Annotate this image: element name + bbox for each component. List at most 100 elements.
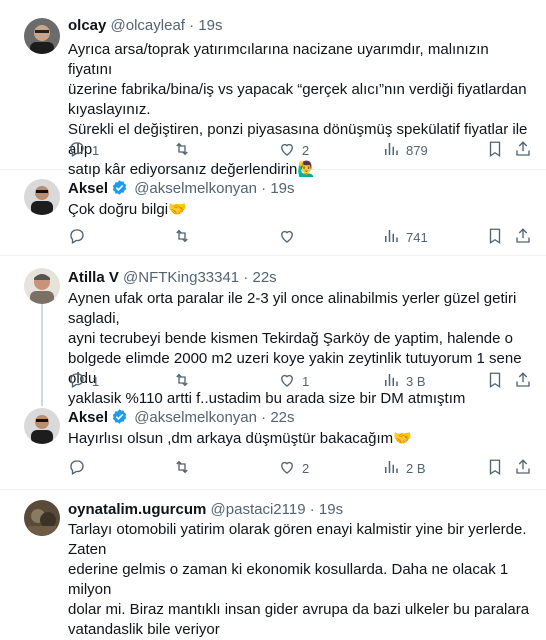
author-handle[interactable]: @pastaci2119 [211,501,306,518]
tweet-text-content: Hayırlısı olsun ,dm arkaya düşmüştür bak… [68,430,394,447]
like-button[interactable]: 1 [278,371,309,391]
retweet-button[interactable] [173,140,197,160]
share-button[interactable] [514,227,532,247]
tweet[interactable]: oynatalim.ugurcum @pastaci2119 · 19s Tar… [0,490,546,638]
retweet-button[interactable] [173,371,197,391]
reply-icon [68,458,86,479]
like-icon [278,371,296,392]
bookmark-icon [486,140,504,161]
reply-button[interactable]: 1 [68,140,99,160]
like-count: 2 [302,460,310,476]
author-handle[interactable]: @akselmelkonyan [134,180,257,197]
emoji: 🤝 [393,430,412,447]
thread-connector [41,400,43,406]
timestamp[interactable]: 19s [198,17,222,34]
bookmark-button[interactable] [486,458,504,478]
views-button[interactable]: 741 [382,227,428,247]
avatar[interactable] [24,179,60,215]
tweet-text: Hayırlısı olsun ,dm arkaya düşmüştür bak… [68,429,532,449]
bookmark-button[interactable] [486,140,504,160]
avatar[interactable] [24,408,60,444]
author-name[interactable]: oynatalim.ugurcum [68,501,206,518]
action-bar: 741 [68,227,534,247]
tweet-text: Çok doğru bilgi🤝 [68,200,532,220]
retweet-icon [173,458,191,479]
bookmark-icon [486,227,504,248]
separator-dot: · [261,180,267,197]
avatar[interactable] [24,18,60,54]
separator-dot: · [261,409,267,426]
like-icon [278,458,296,479]
views-button[interactable]: 879 [382,140,428,160]
separator-dot: · [309,501,315,518]
reply-icon [68,140,86,161]
avatar[interactable] [24,500,60,536]
timestamp[interactable]: 19s [270,180,294,197]
views-icon [382,458,400,479]
author-name[interactable]: Aksel [68,180,108,197]
author-name[interactable]: Atilla V [68,269,119,286]
tweet[interactable]: Aksel @akselmelkonyan · 22s Hayırlısı ol… [0,400,546,490]
separator-dot: · [243,269,249,286]
reply-button[interactable] [68,227,92,247]
reply-button[interactable] [68,458,92,478]
emoji: 🤝 [168,201,187,218]
tweet[interactable]: Aksel @akselmelkonyan · 19s Çok doğru bi… [0,170,546,256]
timestamp[interactable]: 22s [253,269,277,286]
views-button[interactable]: 2 B [382,458,426,478]
share-button[interactable] [514,458,532,478]
like-button[interactable] [278,227,302,247]
separator-dot: · [189,17,195,34]
like-count: 2 [302,142,310,158]
avatar[interactable] [24,268,60,304]
timestamp[interactable]: 19s [319,501,343,518]
views-button[interactable]: 3 B [382,371,426,391]
share-icon [514,371,532,392]
thread-connector [41,304,43,400]
tweet-text-content: Çok doğru bilgi [68,201,169,218]
views-count: 879 [406,142,428,158]
action-bar: 2 2 B [68,458,534,478]
share-icon [514,458,532,479]
bookmark-button[interactable] [486,227,504,247]
like-count: 1 [302,373,310,389]
share-icon [514,140,532,161]
verified-badge-icon [111,408,128,431]
reply-button[interactable]: 1 [68,371,99,391]
retweet-icon [173,227,191,248]
reply-count: 1 [92,142,100,158]
retweet-icon [173,371,191,392]
bookmark-button[interactable] [486,371,504,391]
views-icon [382,371,400,392]
tweet-text-content: Tarlayı otomobili yatirim olarak gören e… [68,521,530,638]
tweet[interactable]: olcay @olcayleaf · 19s Ayrıca arsa/topra… [0,0,546,178]
author-name[interactable]: Aksel [68,409,108,426]
tweet-text: Tarlayı otomobili yatirim olarak gören e… [68,520,532,640]
author-name[interactable]: olcay [68,17,106,34]
tweet[interactable]: Atilla V @NFTKing33341 · 22s Aynen ufak … [0,256,546,407]
views-icon [382,140,400,161]
retweet-icon [173,140,191,161]
like-icon [278,227,296,248]
share-icon [514,227,532,248]
like-icon [278,140,296,161]
share-button[interactable] [514,140,532,160]
like-button[interactable]: 2 [278,458,309,478]
retweet-button[interactable] [173,458,197,478]
author-handle[interactable]: @akselmelkonyan [134,409,257,426]
action-bar: 1 1 3 B [68,371,534,391]
verified-badge-icon [111,179,128,202]
tweet-text: Aynen ufak orta paralar ile 2-3 yil once… [68,289,532,409]
like-button[interactable]: 2 [278,140,309,160]
reply-icon [68,227,86,248]
author-handle[interactable]: @NFTKing33341 [123,269,239,286]
action-bar: 1 2 879 [68,140,534,160]
reply-icon [68,371,86,392]
author-handle[interactable]: @olcayleaf [111,17,185,34]
retweet-button[interactable] [173,227,197,247]
views-icon [382,227,400,248]
views-count: 2 B [406,460,426,476]
timestamp[interactable]: 22s [270,409,294,426]
bookmark-icon [486,371,504,392]
share-button[interactable] [514,371,532,391]
